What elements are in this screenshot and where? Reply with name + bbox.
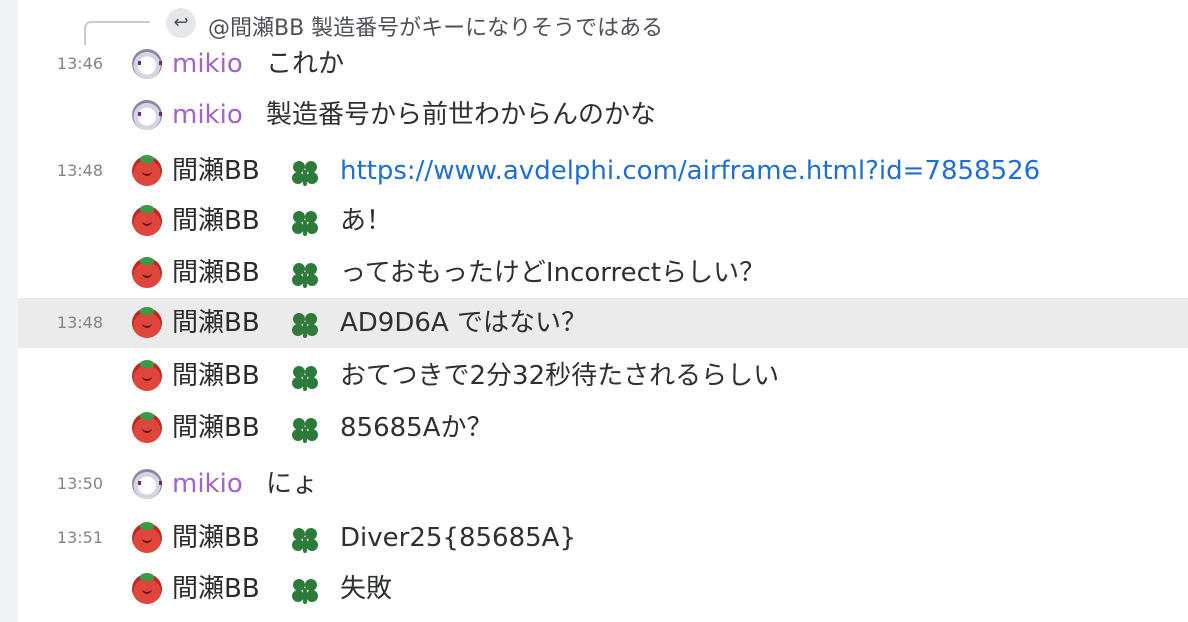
author-name[interactable]: 間瀬BB — [172, 257, 260, 289]
message-row[interactable]: mikio 製造番号から前世わからんのかな — [18, 90, 1188, 140]
author-name[interactable]: 間瀬BB — [172, 573, 260, 605]
reply-reference[interactable]: ↩ @間瀬BB 製造番号がキーになりそうではある — [18, 2, 1188, 45]
author-name[interactable]: 間瀬BB — [172, 360, 260, 392]
author-name[interactable]: 間瀬BB — [172, 522, 260, 554]
author-name[interactable]: 間瀬BB — [172, 307, 260, 339]
reply-arrow-icon: ↩ — [166, 8, 196, 38]
message-timestamp[interactable]: 13:50 — [23, 474, 103, 493]
clover-icon[interactable] — [288, 208, 322, 238]
tomato-avatar[interactable] — [132, 257, 162, 288]
message-text: 製造番号から前世わからんのかな — [266, 100, 657, 130]
message-row-hovered[interactable]: 13:48 間瀬BB AD9D6A ではない？ — [18, 298, 1188, 348]
author-name[interactable]: mikio — [172, 48, 243, 80]
author-name[interactable]: 間瀬BB — [172, 412, 260, 444]
tomato-avatar[interactable] — [132, 155, 162, 186]
message-timestamp[interactable]: 13:48 — [23, 161, 103, 180]
reply-preview-text[interactable]: @間瀬BB 製造番号がキーになりそうではある — [208, 10, 663, 42]
message-timestamp[interactable]: 13:48 — [23, 313, 103, 332]
message-timestamp[interactable]: 13:51 — [23, 528, 103, 547]
tomato-avatar[interactable] — [132, 205, 162, 236]
message-timestamp[interactable]: 13:46 — [23, 54, 103, 73]
mikio-avatar[interactable] — [132, 469, 162, 499]
mikio-avatar[interactable] — [132, 100, 162, 130]
message-text: おてつきで2分32秒待たされるらしい — [340, 361, 780, 391]
message-text: 失敗 — [340, 574, 393, 604]
tomato-avatar[interactable] — [132, 522, 162, 553]
message-row[interactable]: 13:51 間瀬BB Diver25{85685A} — [18, 513, 1188, 563]
message-text: あ！ — [340, 206, 393, 236]
clover-icon[interactable] — [288, 576, 322, 606]
message-text: っておもったけどIncorrectらしい？ — [340, 258, 766, 288]
message-text: これか — [266, 49, 345, 79]
message-row[interactable]: 間瀬BB っておもったけどIncorrectらしい？ — [18, 248, 1188, 298]
message-text: AD9D6A ではない？ — [340, 308, 587, 338]
message-row[interactable]: 間瀬BB 85685Aか？ — [18, 403, 1188, 453]
tomato-avatar[interactable] — [132, 573, 162, 604]
clover-icon[interactable] — [288, 310, 322, 340]
message-text: 85685Aか？ — [340, 413, 493, 443]
message-row[interactable]: 13:46 mikio これか — [18, 39, 1188, 89]
message-text: にょ — [266, 469, 319, 499]
author-name[interactable]: mikio — [172, 99, 243, 131]
message-text: Diver25{85685A} — [340, 523, 576, 553]
tomato-avatar[interactable] — [132, 412, 162, 443]
clover-icon[interactable] — [288, 415, 322, 445]
chat-message-list: ↩ @間瀬BB 製造番号がキーになりそうではある 13:46 mikio これか… — [18, 0, 1188, 622]
author-name[interactable]: 間瀬BB — [172, 205, 260, 237]
mikio-avatar[interactable] — [132, 49, 162, 79]
message-row[interactable]: 間瀬BB あ！ — [18, 196, 1188, 246]
message-row[interactable]: 13:48 間瀬BB https://www.avdelphi.com/airf… — [18, 146, 1188, 196]
author-name[interactable]: mikio — [172, 468, 243, 500]
message-row[interactable]: 13:50 mikio にょ — [18, 459, 1188, 509]
clover-icon[interactable] — [288, 363, 322, 393]
tomato-avatar[interactable] — [132, 360, 162, 391]
message-row[interactable]: 間瀬BB おてつきで2分32秒待たされるらしい — [18, 351, 1188, 401]
tomato-avatar[interactable] — [132, 307, 162, 338]
message-link[interactable]: https://www.avdelphi.com/airframe.html?i… — [340, 155, 1040, 187]
author-name[interactable]: 間瀬BB — [172, 155, 260, 187]
clover-icon[interactable] — [288, 158, 322, 188]
message-row[interactable]: 間瀬BB 失敗 — [18, 564, 1188, 614]
clover-icon[interactable] — [288, 260, 322, 290]
clover-icon[interactable] — [288, 525, 322, 555]
